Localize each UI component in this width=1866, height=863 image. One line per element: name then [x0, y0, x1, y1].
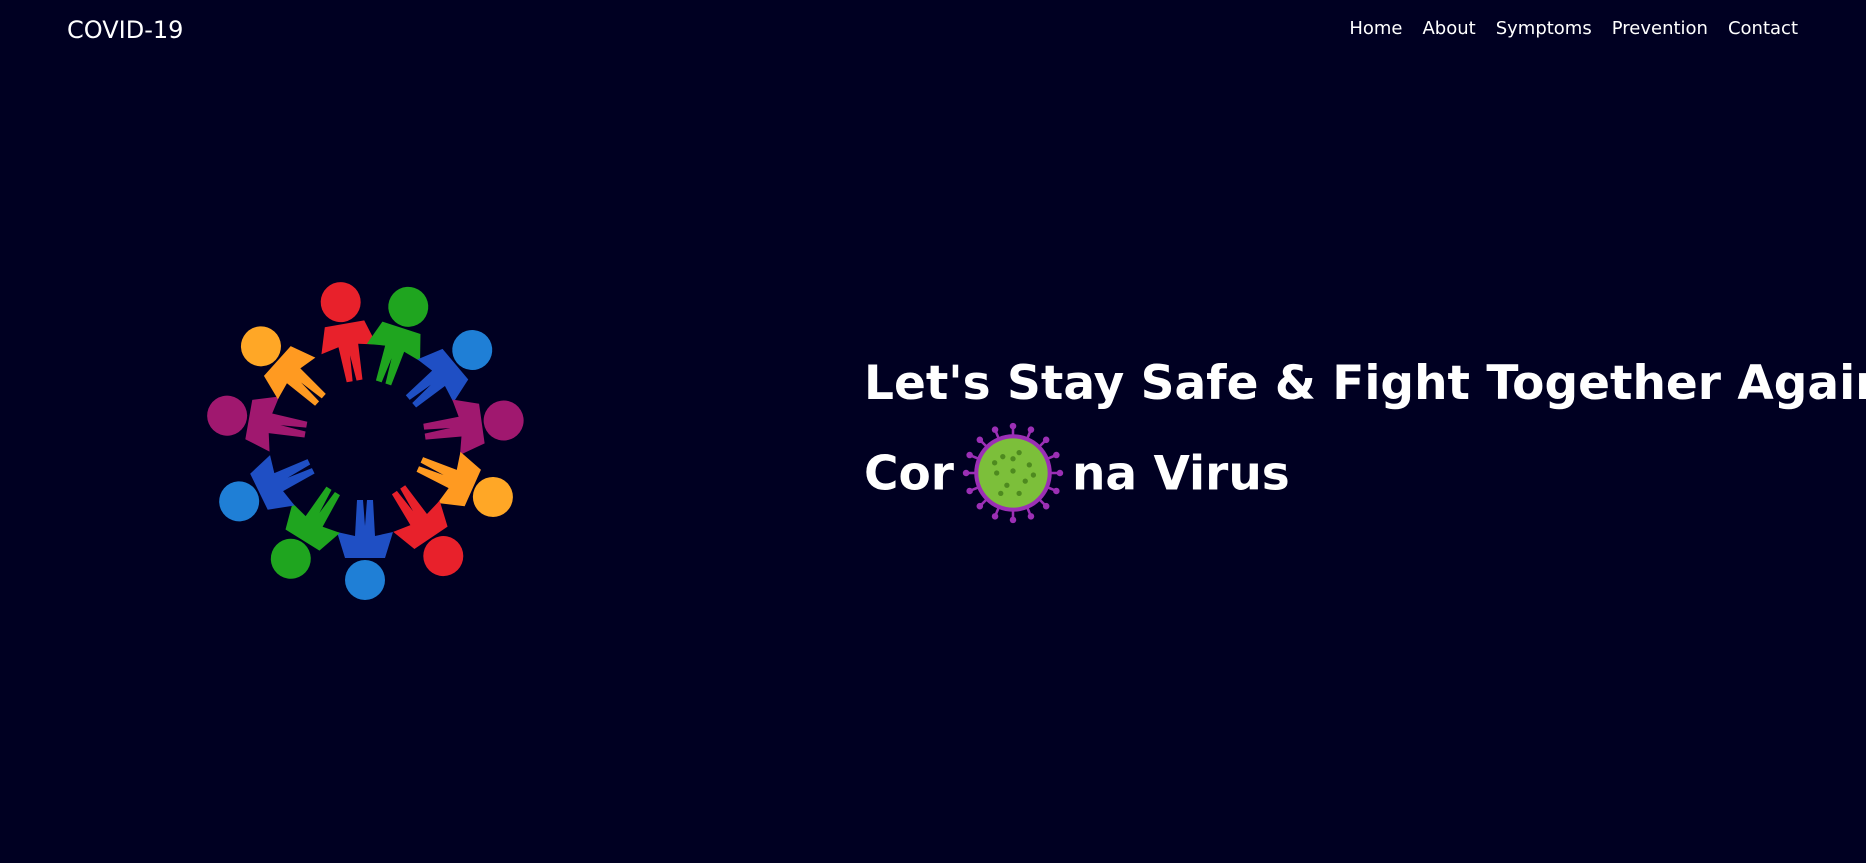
virus-spike-tip: [991, 426, 999, 433]
headline-line-2: Cor na Virus: [864, 422, 1824, 528]
nav-prevention-link[interactable]: Prevention: [1612, 16, 1708, 42]
virus-spot: [998, 490, 1004, 497]
people-circle-illustration: [180, 255, 550, 625]
virus-spot: [1010, 468, 1016, 474]
virus-spike-tip: [1009, 422, 1017, 430]
virus-spike-tip: [1009, 516, 1017, 524]
nav-symptoms-link[interactable]: Symptoms: [1496, 16, 1592, 42]
person-figure: [240, 326, 326, 406]
virus-spot: [1022, 478, 1028, 484]
person-figure: [320, 282, 377, 383]
nav-links: Home About Symptoms Prevention Contact: [1349, 16, 1798, 42]
virus-spike-tip: [976, 502, 984, 510]
virus-spike-tip: [1027, 426, 1035, 433]
top-navbar: COVID-19 Home About Symptoms Prevention …: [0, 0, 1866, 60]
virus-spike-tip: [962, 469, 970, 477]
person-figure: [337, 500, 393, 600]
virus-spike-tip: [1042, 436, 1050, 444]
headline-line-1: Let's Stay Safe & Fight Together Against: [864, 356, 1866, 411]
virus-spike-tip: [991, 513, 999, 520]
virus-spike-tip: [976, 436, 984, 444]
virus-spike-tip: [966, 487, 973, 495]
virus-spot: [1016, 490, 1022, 497]
virus-spot: [991, 460, 998, 466]
virus-spot: [993, 470, 1000, 476]
nav-contact-link[interactable]: Contact: [1728, 16, 1798, 42]
person-figure: [423, 399, 524, 455]
brand-logo-link[interactable]: COVID-19: [67, 14, 183, 46]
virus-spot: [1000, 454, 1006, 460]
virus-spike-tip: [1053, 451, 1060, 459]
virus-spike-tip: [1042, 502, 1050, 510]
nav-about-link[interactable]: About: [1422, 16, 1475, 42]
headline-word-end: na Virus: [1071, 446, 1290, 502]
hero-headline: Let's Stay Safe & Fight Together Against…: [864, 342, 1866, 528]
virus-spot: [1016, 449, 1022, 456]
nav-home-link[interactable]: Home: [1349, 16, 1402, 42]
virus-spot: [1030, 472, 1037, 478]
virus-spot: [1026, 462, 1032, 468]
virus-spot: [1004, 482, 1010, 488]
virus-spike-tip: [1056, 469, 1064, 477]
coronavirus-icon: [962, 422, 1064, 524]
virus-spike-tip: [1053, 487, 1060, 495]
person-figure: [207, 395, 308, 452]
people-circle-holding-hands-icon: [207, 282, 524, 600]
virus-spot: [1010, 456, 1016, 462]
headline-word-start: Cor: [864, 446, 954, 502]
virus-spike-tip: [966, 451, 973, 459]
virus-spike-tip: [1027, 513, 1035, 520]
